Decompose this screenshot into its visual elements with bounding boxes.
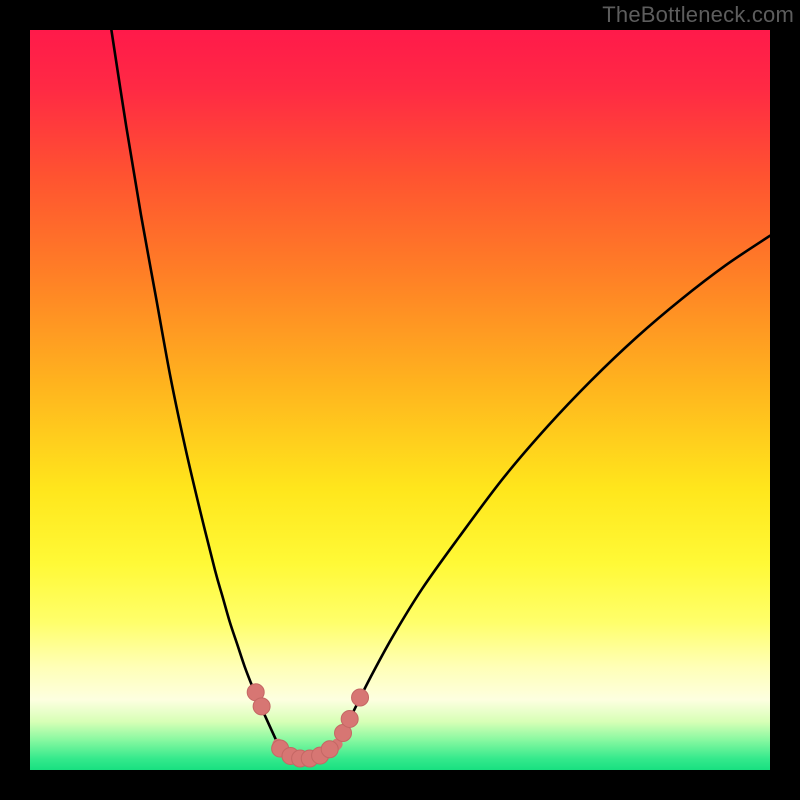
watermark-text: TheBottleneck.com (602, 2, 794, 28)
data-marker (352, 689, 369, 706)
data-marker (321, 741, 338, 758)
chart-frame: TheBottleneck.com (0, 0, 800, 800)
data-marker (253, 698, 270, 715)
plot-svg (30, 30, 770, 770)
plot-area (30, 30, 770, 770)
data-marker (341, 710, 358, 727)
gradient-bg (30, 30, 770, 770)
